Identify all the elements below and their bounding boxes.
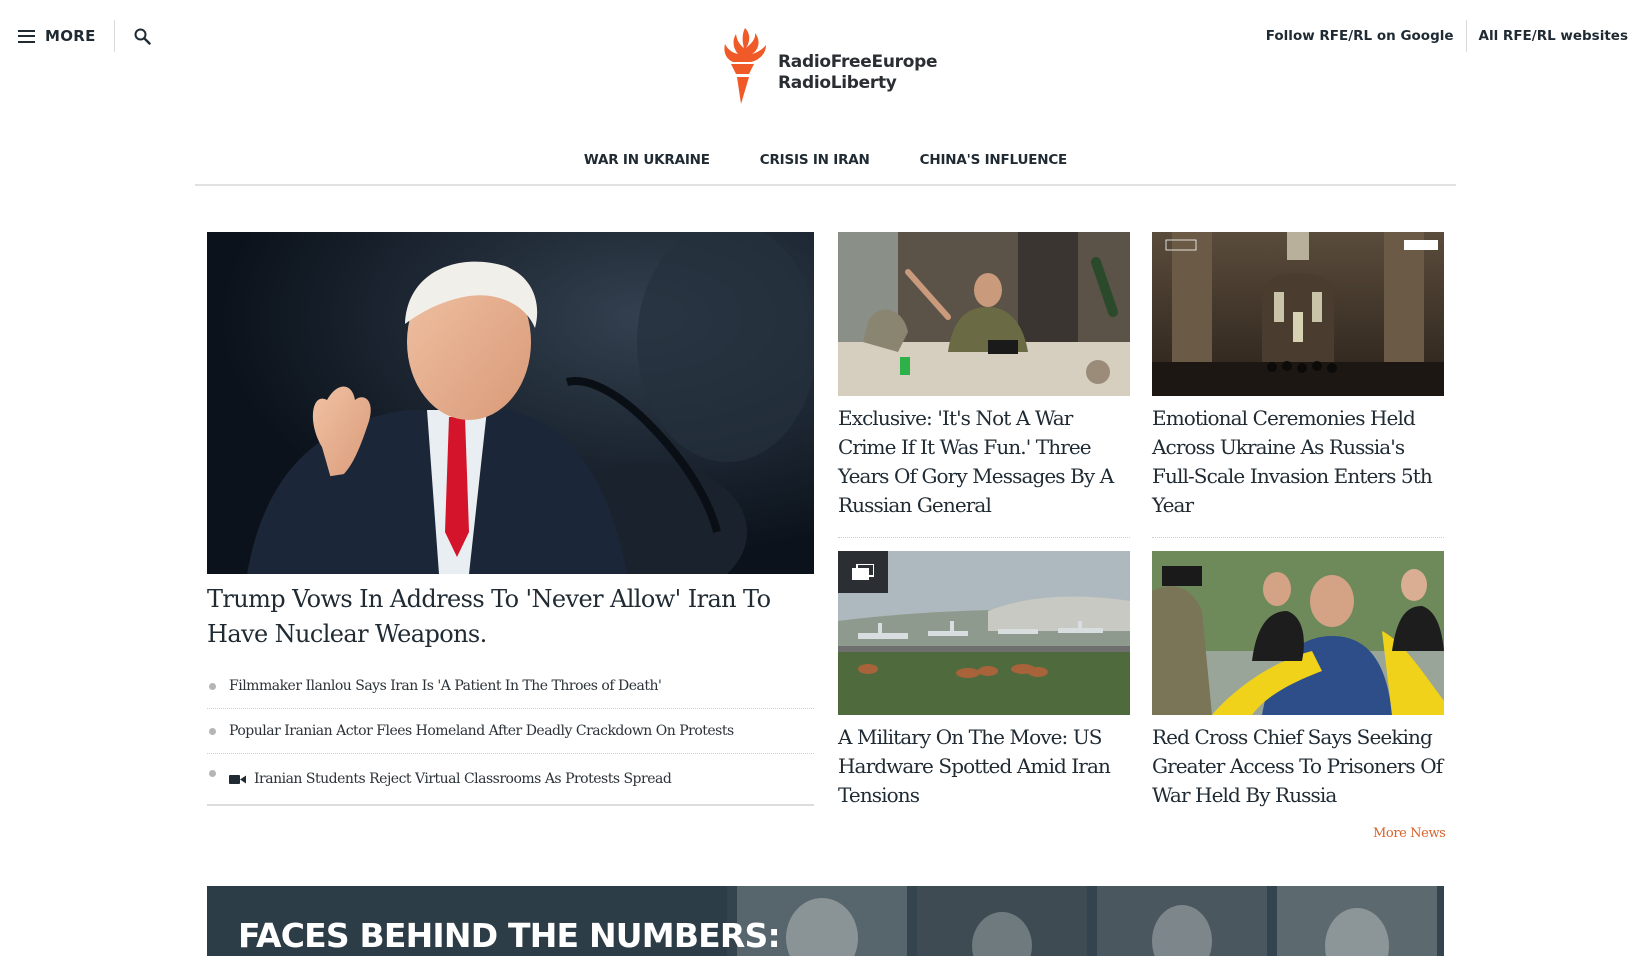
bullet-icon — [209, 682, 216, 690]
more-menu-label: MORE — [45, 27, 96, 45]
related-story-title: Popular Iranian Actor Flees Homeland Aft… — [229, 723, 734, 739]
faces-banner[interactable]: FACES BEHIND THE NUMBERS: — [207, 886, 1444, 956]
bullet-icon — [209, 727, 216, 735]
related-story[interactable]: Filmmaker Ilanlou Says Iran Is 'A Patien… — [207, 664, 814, 709]
nav-item-crisis-in-iran[interactable]: CRISIS IN IRAN — [760, 152, 870, 184]
story-card-image[interactable] — [1152, 551, 1444, 715]
video-camera-icon — [229, 774, 246, 784]
header-divider — [113, 20, 115, 52]
main-navigation: WAR IN UKRAINE CRISIS IN IRAN CHINA'S IN… — [195, 152, 1456, 186]
lead-story-title[interactable]: Trump Vows In Address To 'Never Allow' I… — [207, 582, 814, 652]
torch-logo-icon — [724, 28, 766, 104]
story-card-image[interactable] — [838, 232, 1130, 396]
all-websites-link[interactable]: All RFE/RL websites — [1479, 28, 1628, 44]
search-icon — [134, 28, 151, 45]
logo-line-1: RadioFreeEurope — [778, 52, 938, 72]
related-story[interactable]: Iranian Students Reject Virtual Classroo… — [207, 754, 814, 804]
story-card-title[interactable]: A Military On The Move: US Hardware Spot… — [838, 723, 1133, 810]
card-divider — [838, 537, 1130, 538]
banner-title: FACES BEHIND THE NUMBERS: — [238, 916, 781, 955]
story-card-image[interactable] — [1152, 232, 1444, 396]
header-left: MORE — [18, 20, 153, 52]
hamburger-icon — [18, 29, 35, 43]
related-story-title: Filmmaker Ilanlou Says Iran Is 'A Patien… — [229, 678, 662, 694]
photo-gallery-icon — [852, 564, 874, 580]
site-logo[interactable]: RadioFreeEurope RadioLiberty — [722, 24, 937, 104]
photo-gallery-badge — [838, 551, 888, 593]
more-menu-button[interactable]: MORE — [18, 27, 96, 45]
story-card-image[interactable] — [838, 551, 1130, 715]
nav-item-chinas-influence[interactable]: CHINA'S INFLUENCE — [920, 152, 1068, 184]
logo-wordmark: RadioFreeEurope RadioLiberty — [778, 52, 937, 94]
header-divider-right — [1465, 20, 1467, 52]
story-card-title[interactable]: Red Cross Chief Says Seeking Greater Acc… — [1152, 723, 1447, 810]
related-story-title: Iranian Students Reject Virtual Classroo… — [254, 771, 672, 787]
related-stories-list: Filmmaker Ilanlou Says Iran Is 'A Patien… — [207, 664, 814, 806]
logo-line-2: RadioLiberty — [778, 73, 897, 93]
story-card-title[interactable]: Exclusive: 'It's Not A War Crime If It W… — [838, 404, 1133, 520]
card-divider — [1152, 537, 1444, 538]
follow-google-link[interactable]: Follow RFE/RL on Google — [1266, 28, 1454, 44]
story-card-title[interactable]: Emotional Ceremonies Held Across Ukraine… — [1152, 404, 1447, 520]
bullet-icon — [209, 770, 216, 777]
related-story[interactable]: Popular Iranian Actor Flees Homeland Aft… — [207, 709, 814, 754]
more-news-link[interactable]: More News — [1373, 826, 1446, 841]
header-right: Follow RFE/RL on Google All RFE/RL websi… — [1266, 20, 1628, 52]
lead-story-image[interactable] — [207, 232, 814, 574]
search-button[interactable] — [133, 26, 153, 46]
nav-item-war-in-ukraine[interactable]: WAR IN UKRAINE — [584, 152, 710, 184]
